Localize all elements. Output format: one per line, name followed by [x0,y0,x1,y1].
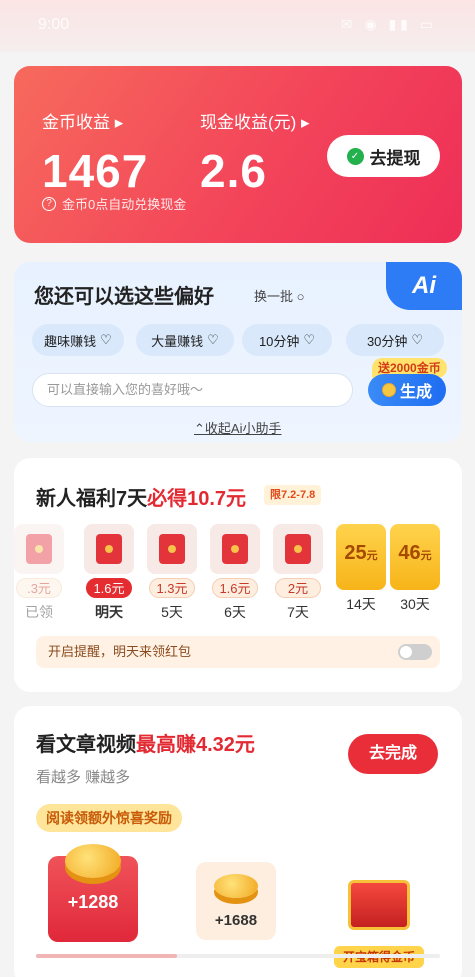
article-title: 看文章视频最高赚4.32元 [36,734,255,756]
help-icon[interactable]: ? [42,196,56,211]
newbie-welfare-card: 新人福利7天必得10.7元 限7.2-7.8 .3元 已领 1.6元 明天 1.… [14,458,462,692]
reading-progress-fill [36,954,178,958]
ai-preferences-card: 您还可以选这些偏好 换一批 ○ Ai 趣味赚钱 ♡ 大量赚钱 ♡ 10分钟 ♡ 30分… [14,262,462,442]
gold-envelope-icon: 46元 [390,524,440,590]
day-item[interactable]: 46元 30天 [390,524,440,614]
red-envelope-icon [84,524,134,574]
heart-icon: ♡ [303,332,316,347]
withdraw-button[interactable]: ✓ 去提现 [327,135,440,177]
withdraw-label: 去提现 [369,148,421,168]
pref-chip[interactable]: 趣味赚钱 ♡ [32,324,124,356]
reminder-bar: 开启提醒，明天来领红包 [36,636,440,668]
reminder-toggle[interactable] [398,644,432,660]
treasure-chest-icon [348,880,410,930]
generate-button[interactable]: 生成 [368,374,446,406]
coin-earnings-value: 1467 [42,145,149,197]
cash-earnings-value: 2.6 [200,145,267,197]
exchange-note: ? 金币0点自动兑换现金 [42,194,186,213]
cash-earnings-label[interactable]: 现金收益(元) ▸ [200,108,310,133]
coin-stack-icon [65,844,121,878]
heart-icon: ♡ [100,332,112,347]
reading-progress [36,954,440,958]
day-item[interactable]: 25元 14天 [336,524,386,614]
day-item[interactable]: 1.6元 明天 [84,524,134,622]
article-subtitle: 看越多 赚越多 [36,769,131,786]
day-item[interactable]: 2元 7天 [273,524,323,622]
reminder-text: 开启提醒，明天来领红包 [48,644,192,659]
day-item[interactable]: 1.6元 6天 [210,524,260,622]
day-item[interactable]: 1.3元 5天 [147,524,197,622]
go-complete-button[interactable]: 去完成 [348,734,438,774]
heart-icon: ♡ [207,332,219,347]
extra-reward-tag: 阅读领额外惊喜奖励 [36,804,182,832]
status-time: 9:00 [38,16,70,33]
pref-chip[interactable]: 30分钟 ♡ [346,324,444,356]
status-icons: ✉ ◉ ▮▮ ▭ [340,16,437,32]
red-envelope-icon [210,524,260,574]
coin-icon [381,383,396,397]
coin-earnings-label[interactable]: 金币收益 ▸ [42,108,123,133]
exchange-note-text: 金币0点自动兑换现金 [62,197,187,212]
ai-assistant-badge[interactable]: Ai [386,262,462,310]
day-item: .3元 已领 [14,524,64,622]
limit-tag: 限7.2-7.8 [264,485,322,505]
preference-input[interactable]: 可以直接输入您的喜好哦～ [32,373,353,407]
article-video-card: 看文章视频最高赚4.32元 看越多 赚越多 去完成 阅读领额外惊喜奖励 +128… [14,706,462,977]
preferences-title: 您还可以选这些偏好 [34,286,214,308]
collapse-assistant-link[interactable]: ⌃收起Ai小助手 [194,418,281,437]
treasure-chest[interactable]: 开宝箱得金币 [334,862,424,968]
wechat-icon: ✓ [346,147,364,165]
coin-stack-icon [214,874,258,898]
pref-chip[interactable]: 10分钟 ♡ [242,324,332,356]
newbie-title: 新人福利7天必得10.7元 [36,488,247,510]
reward-tier[interactable]: +1688 [196,862,276,940]
pref-chip[interactable]: 大量赚钱 ♡ [136,324,234,356]
refresh-button[interactable]: 换一批 ○ [254,286,304,305]
earnings-card: 金币收益 ▸ 1467 现金收益(元) ▸ 2.6 ? 金币0点自动兑换现金 ✓… [14,66,462,243]
gold-envelope-icon: 25元 [336,524,386,590]
red-envelope-icon [273,524,323,574]
reward-tier[interactable]: +1288 [48,844,138,942]
heart-icon: ♡ [411,332,424,347]
red-envelope-icon [147,524,197,574]
red-envelope-icon [14,524,64,574]
status-bar: 9:00 ✉ ◉ ▮▮ ▭ [0,0,475,52]
